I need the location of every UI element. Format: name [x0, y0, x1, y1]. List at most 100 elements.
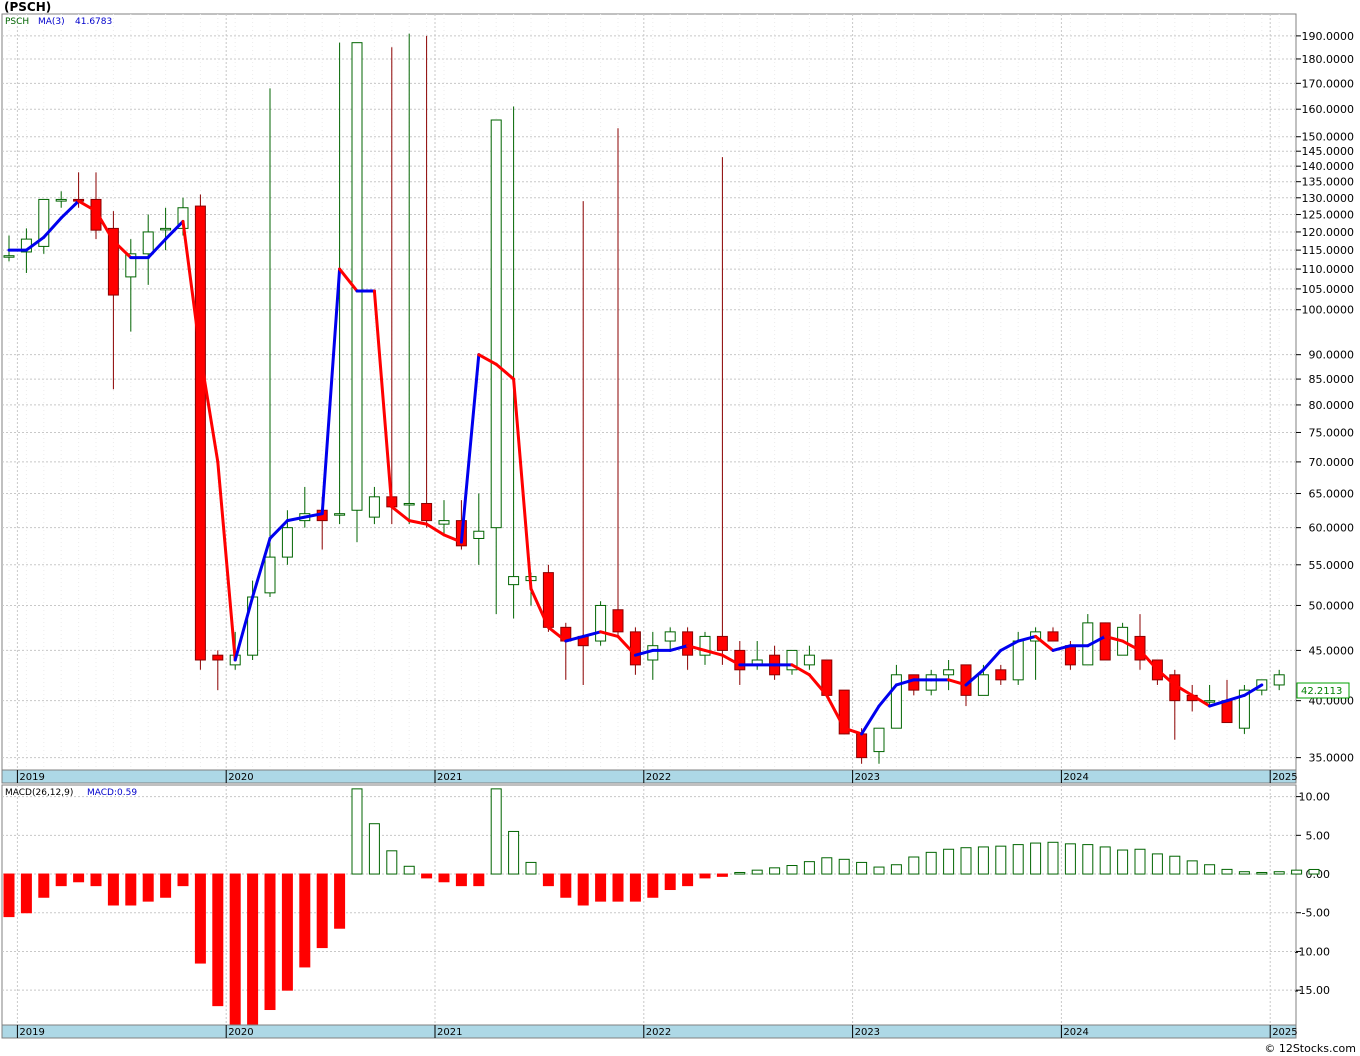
macd-bar-negative	[38, 873, 50, 898]
candle-up	[873, 727, 885, 753]
macd-y-tick-label: -5.00	[1302, 907, 1330, 920]
candle-up	[977, 674, 989, 696]
macd-panel: 10.005.000.00-5.00-10.00-15.00 2019 2020 2…	[1, 784, 1331, 1039]
macd-bar-negative	[73, 873, 85, 883]
candle-up	[142, 231, 154, 255]
price-y-tick-label: 140.0000	[1302, 160, 1355, 173]
macd-bar-negative	[421, 873, 433, 879]
macd-y-tick-label: -15.00	[1295, 984, 1330, 997]
macd-bar-negative	[629, 873, 641, 902]
macd-bar-positive	[838, 858, 850, 875]
macd-bar-negative	[595, 873, 607, 902]
macd-y-tick-label: 5.00	[1306, 829, 1331, 842]
candle-up	[368, 496, 380, 518]
macd-y-tick-label: 10.00	[1299, 791, 1331, 804]
macd-x-tick-label: 2021	[437, 1027, 462, 1038]
price-x-tick-label: 2019	[19, 772, 44, 783]
price-x-tick-label: 2023	[855, 772, 880, 783]
price-y-tick-label: 100.0000	[1302, 304, 1355, 317]
chart-canvas: 35.000040.000045.000050.000055.000060.00…	[0, 0, 1360, 1056]
macd-bar-positive	[734, 871, 746, 875]
macd-bar-negative	[20, 873, 32, 914]
price-y-tick-label: 90.0000	[1309, 349, 1355, 362]
candle-down	[194, 205, 206, 661]
macd-bar-positive	[873, 866, 885, 875]
price-y-tick-label: 145.0000	[1302, 145, 1355, 158]
macd-bar-positive	[1256, 871, 1268, 875]
price-y-tick-label: 35.0000	[1309, 752, 1355, 765]
macd-bar-positive	[751, 869, 763, 875]
macd-bar-positive	[508, 830, 520, 875]
price-y-tick-label: 120.0000	[1302, 226, 1355, 239]
macd-x-tick-label: 2022	[646, 1027, 671, 1038]
candle-up	[490, 119, 502, 529]
macd-bar-positive	[1117, 849, 1129, 875]
macd-bar-negative	[264, 873, 276, 1011]
price-y-tick-label: 105.0000	[1302, 283, 1355, 296]
price-y-tick-label: 75.0000	[1309, 426, 1355, 439]
macd-bar-positive	[943, 848, 955, 875]
price-y-tick-label: 65.0000	[1309, 488, 1355, 501]
candle-down	[1221, 700, 1233, 724]
candle-down	[908, 674, 920, 691]
price-y-tick-label: 160.0000	[1302, 103, 1355, 116]
candle-up	[1273, 674, 1285, 686]
candle-down	[1047, 631, 1059, 642]
price-y-tick-label: 130.0000	[1302, 192, 1355, 205]
macd-bar-positive	[386, 850, 398, 875]
macd-bar-positive	[960, 847, 972, 875]
price-y-tick-label: 135.0000	[1302, 176, 1355, 189]
price-y-tick-label: 190.0000	[1302, 30, 1355, 43]
price-y-tick-label: 85.0000	[1309, 373, 1355, 386]
macd-bar-negative	[247, 873, 259, 1026]
macd-bar-negative	[682, 873, 694, 887]
candle-up	[508, 576, 520, 586]
macd-bar-positive	[1012, 844, 1024, 875]
macd-bar-negative	[664, 873, 676, 891]
candle-down	[856, 733, 868, 759]
macd-x-tick-label: 2019	[19, 1027, 44, 1038]
macd-bar-negative	[438, 873, 450, 883]
macd-bar-positive	[821, 857, 833, 875]
macd-bar-positive	[786, 865, 798, 875]
macd-x-tick-label: 2024	[1063, 1027, 1088, 1038]
macd-bar-positive	[525, 861, 537, 875]
candle-up	[438, 520, 450, 525]
macd-bar-negative	[577, 873, 589, 906]
price-y-tick-label: 45.0000	[1309, 644, 1355, 657]
price-legend-ma: MA(3)	[38, 17, 65, 27]
macd-bar-positive	[1151, 853, 1163, 875]
macd-bar-negative	[316, 873, 328, 949]
macd-bar-positive	[1169, 855, 1181, 875]
macd-legend-value: MACD:0.59	[87, 788, 137, 798]
macd-bar-negative	[281, 873, 293, 991]
macd-bar-negative	[107, 873, 119, 906]
macd-bar-positive	[1099, 846, 1111, 875]
price-panel: 35.000040.000045.000050.000055.000060.00…	[1, 13, 1355, 784]
macd-bar-positive	[1064, 843, 1076, 875]
macd-bar-positive	[490, 788, 502, 875]
candle-down	[1064, 645, 1076, 666]
candle-up	[334, 513, 346, 516]
macd-legend-label: MACD(26,12,9)	[5, 788, 73, 798]
price-y-tick-label: 110.0000	[1302, 263, 1355, 276]
macd-bar-negative	[177, 873, 189, 887]
macd-bar-positive	[908, 856, 920, 875]
macd-bar-negative	[212, 873, 224, 1007]
price-x-tick-label: 2025	[1272, 772, 1297, 783]
candle-up	[160, 227, 172, 231]
candle-up	[595, 604, 607, 642]
macd-bar-negative	[560, 873, 572, 898]
price-x-tick-label: 2020	[228, 772, 253, 783]
macd-bar-positive	[977, 846, 989, 875]
macd-bar-positive	[803, 861, 815, 875]
price-x-tick-label: 2021	[437, 772, 462, 783]
macd-bar-negative	[473, 873, 485, 887]
price-y-tick-label: 150.0000	[1302, 131, 1355, 144]
price-legend-ma-value: 41.6783	[75, 17, 112, 27]
macd-x-tick-label: 2020	[228, 1027, 253, 1038]
price-y-tick-label: 115.0000	[1302, 244, 1355, 257]
macd-bar-negative	[299, 873, 311, 968]
macd-bar-positive	[1308, 868, 1320, 875]
macd-bar-negative	[125, 873, 137, 906]
